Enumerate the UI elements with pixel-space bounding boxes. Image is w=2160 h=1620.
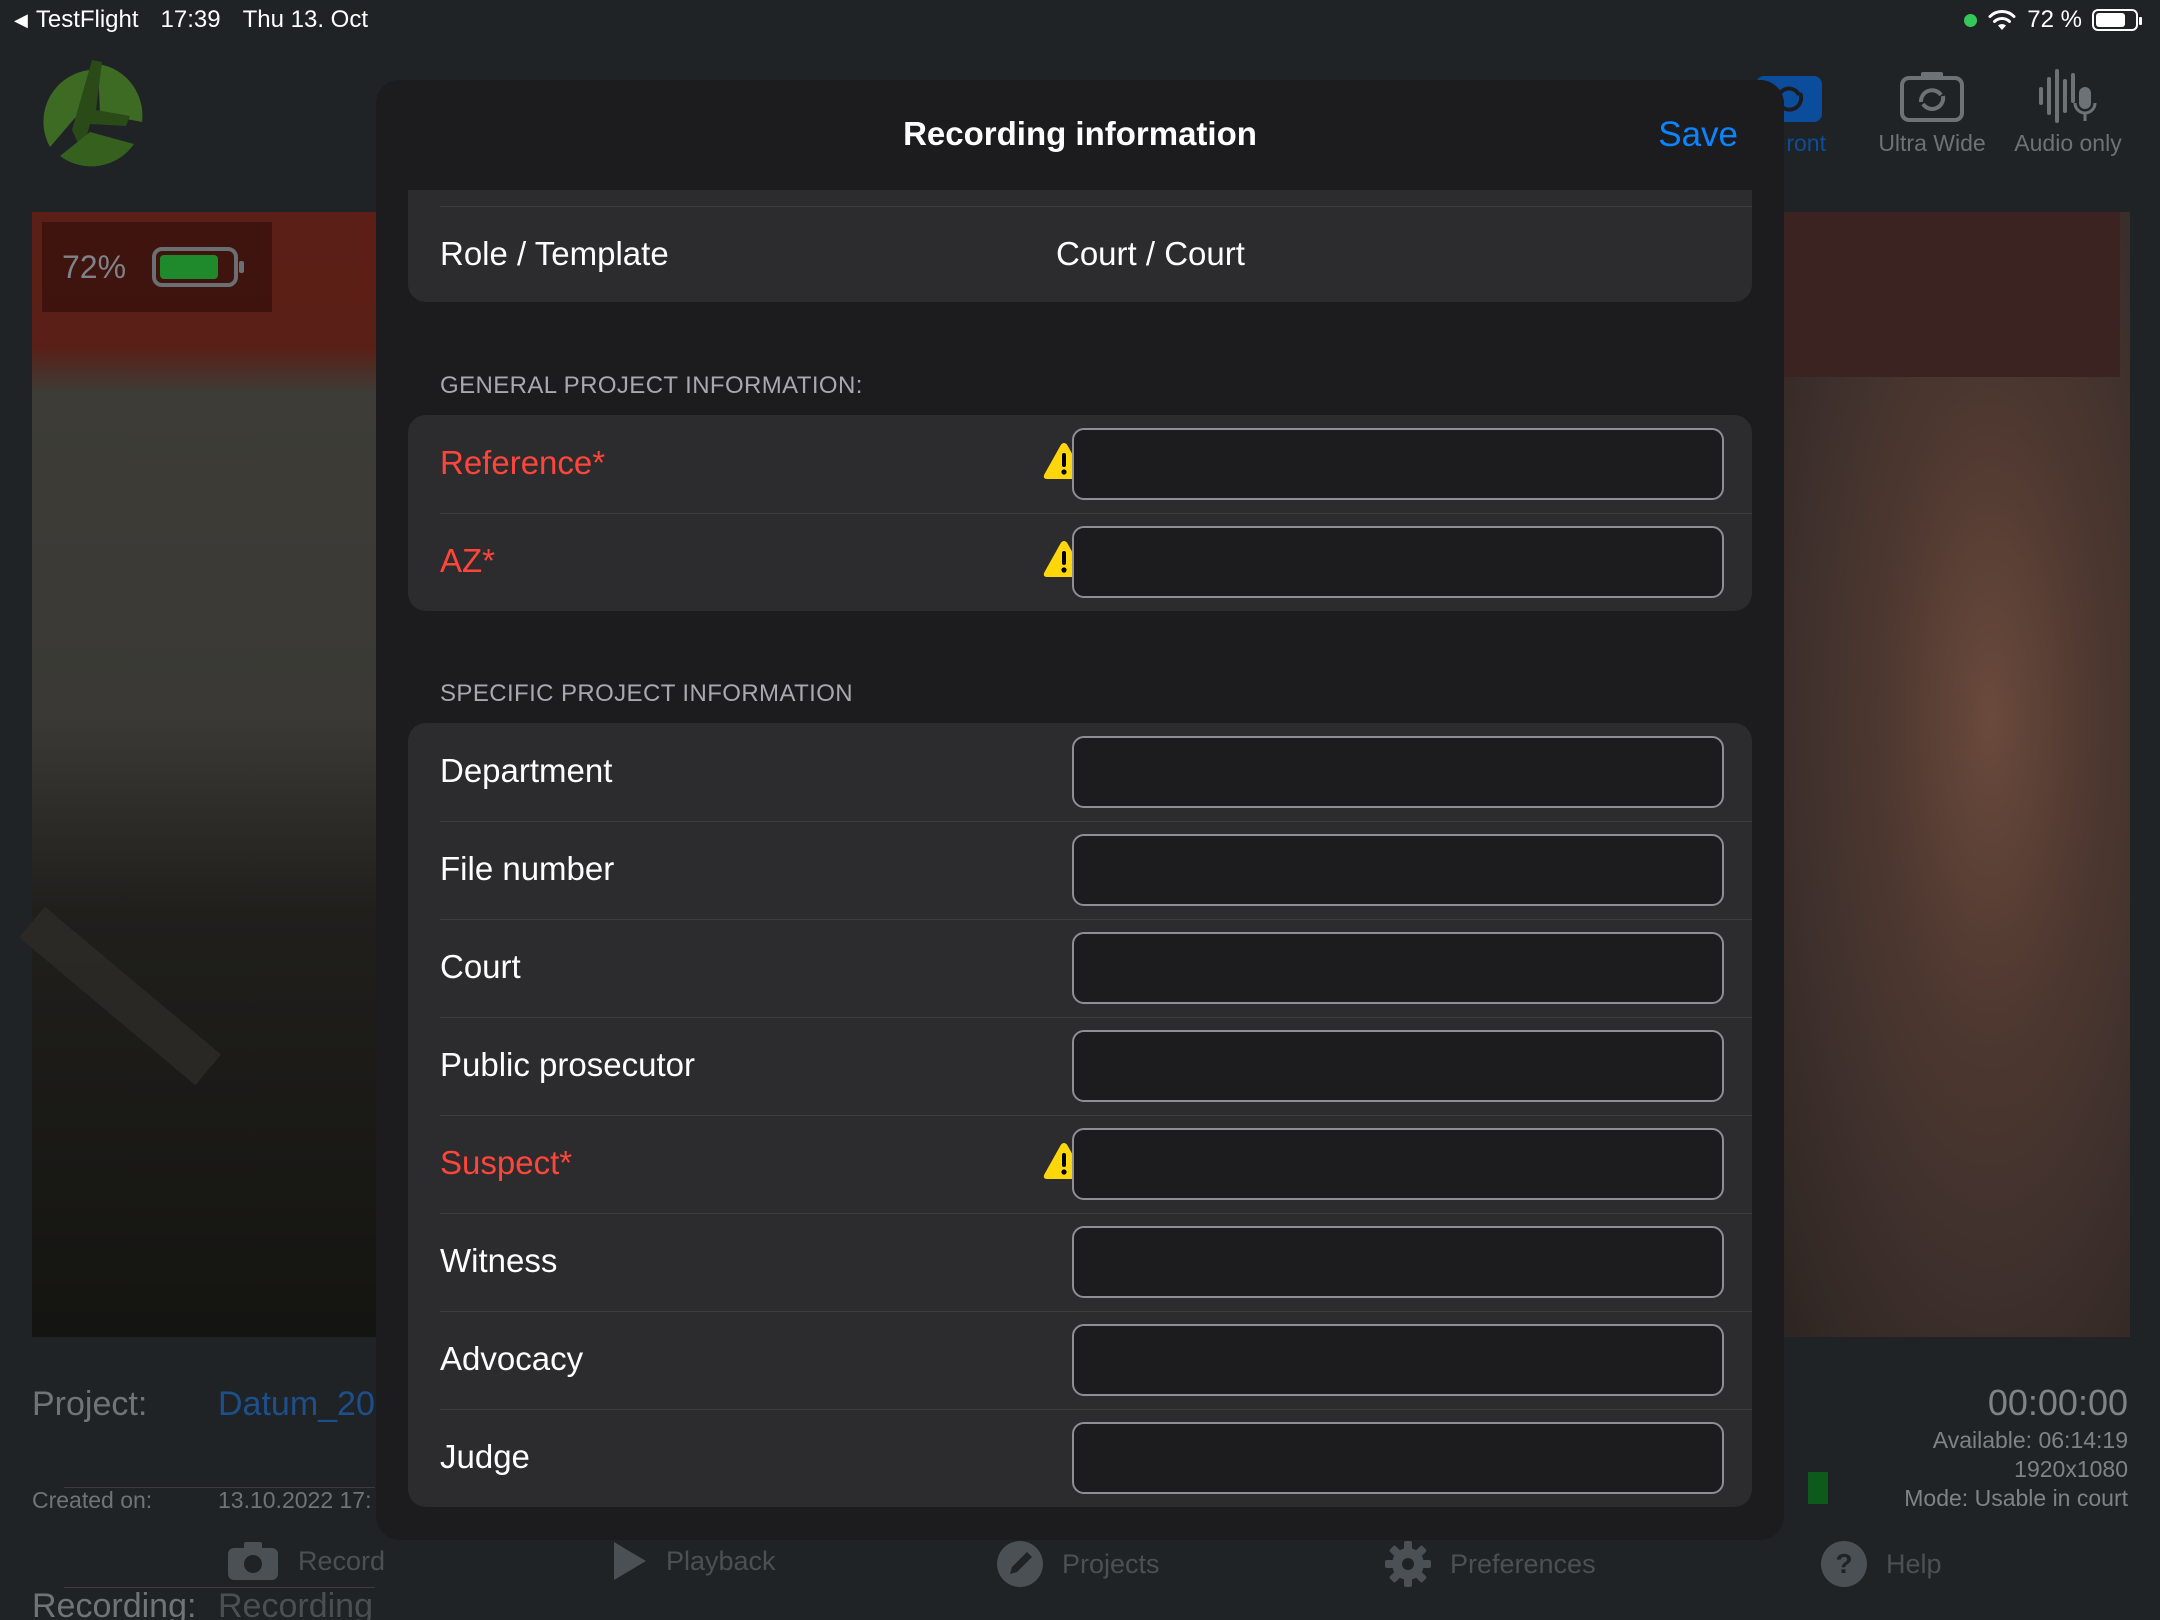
tab-bar: Record Playback Projects Preferences ? H…	[0, 1540, 2160, 1600]
back-arrow-icon: ◀	[14, 9, 28, 30]
general-project-group: Reference* AZ*	[408, 415, 1752, 611]
preview-battery-indicator: 72%	[42, 222, 272, 312]
form-row-judge: Judge	[408, 1409, 1752, 1507]
public-prosecutor-input[interactable]	[1072, 1030, 1724, 1102]
section-header-specific: SPECIFIC PROJECT INFORMATION	[440, 680, 854, 707]
created-on-value: 13.10.2022 17:	[218, 1487, 372, 1513]
tab-preferences[interactable]: Preferences	[1384, 1540, 1596, 1588]
judge-input[interactable]	[1072, 1422, 1724, 1494]
resolution: 1920x1080	[2014, 1456, 2128, 1482]
status-bar: ◀ TestFlight 17:39 Thu 13. Oct 72 %	[0, 0, 2160, 40]
role-template-group: Role / Template Court / Court	[408, 190, 1752, 302]
department-input[interactable]	[1072, 736, 1724, 808]
form-row-witness: Witness	[408, 1213, 1752, 1311]
svg-text:?: ?	[1835, 1548, 1852, 1579]
tab-label: Record	[298, 1545, 386, 1576]
camera-in-use-dot-icon	[1964, 13, 1978, 27]
battery-icon	[152, 247, 245, 287]
sheet-title: Recording information	[903, 115, 1257, 152]
camera-icon	[228, 1542, 278, 1580]
tab-projects[interactable]: Projects	[996, 1540, 1160, 1588]
camera-rotate-icon	[1900, 72, 1964, 122]
status-time: 17:39	[160, 6, 221, 33]
field-label-public-prosecutor: Public prosecutor	[440, 1046, 695, 1083]
camera-option-label: Audio only	[2014, 130, 2122, 156]
tab-record[interactable]: Record	[226, 1540, 385, 1582]
camera-option-label: Ultra Wide	[1878, 130, 1986, 156]
role-template-row[interactable]: Role / Template Court / Court	[408, 206, 1752, 302]
form-row-suspect: Suspect*	[408, 1115, 1752, 1213]
project-label: Project:	[32, 1385, 148, 1423]
suspect-input[interactable]	[1072, 1128, 1724, 1200]
question-icon: ?	[1821, 1541, 1867, 1587]
role-template-label: Role / Template	[440, 235, 669, 272]
save-button[interactable]: Save	[1658, 115, 1738, 155]
form-row-public-prosecutor: Public prosecutor	[408, 1017, 1752, 1115]
battery-icon	[2092, 9, 2142, 31]
back-app-name: TestFlight	[35, 6, 139, 33]
app-logo	[43, 60, 143, 167]
tab-label: Preferences	[1450, 1548, 1596, 1579]
field-label-suspect: Suspect*	[440, 1144, 573, 1181]
camera-option-audio-only[interactable]: Audio only	[1998, 66, 2138, 157]
field-label-witness: Witness	[440, 1242, 558, 1279]
field-label-file-number: File number	[440, 850, 615, 887]
az-input[interactable]	[1072, 526, 1724, 598]
recording-information-sheet: Recording information Save Role / Templa…	[376, 80, 1784, 1540]
recording-timer: 00:00:00	[1987, 1382, 2128, 1423]
form-row-advocacy: Advocacy	[408, 1311, 1752, 1409]
microphone-waveform-icon	[2039, 69, 2097, 123]
status-date: Thu 13. Oct	[242, 6, 368, 33]
tab-playback[interactable]: Playback	[612, 1540, 776, 1582]
play-icon	[614, 1542, 646, 1580]
role-template-value: Court / Court	[1056, 235, 1245, 272]
wifi-icon	[1988, 10, 2016, 30]
field-label-advocacy: Advocacy	[440, 1340, 584, 1377]
witness-input[interactable]	[1072, 1226, 1724, 1298]
pencil-icon	[997, 1541, 1043, 1587]
created-on-label: Created on:	[32, 1487, 153, 1513]
tab-help[interactable]: ? Help	[1820, 1540, 1942, 1588]
form-row-court: Court	[408, 919, 1752, 1017]
field-label-az: AZ*	[440, 542, 496, 579]
form-row-file-number: File number	[408, 821, 1752, 919]
audio-level-meter	[1808, 1472, 1828, 1504]
file-number-input[interactable]	[1072, 834, 1724, 906]
form-row-reference: Reference*	[408, 415, 1752, 513]
court-input[interactable]	[1072, 932, 1724, 1004]
tab-label: Projects	[1062, 1548, 1160, 1579]
camera-preview-left	[19, 212, 382, 1337]
field-label-department: Department	[440, 752, 613, 789]
field-label-reference: Reference*	[440, 444, 606, 481]
field-label-judge: Judge	[440, 1438, 530, 1475]
project-name-link[interactable]: Datum_20	[218, 1385, 375, 1424]
advocacy-input[interactable]	[1072, 1324, 1724, 1396]
form-row-az: AZ*	[408, 513, 1752, 611]
tab-label: Playback	[666, 1545, 776, 1576]
recording-status: 00:00:00 Available: 06:14:19 1920x1080 M…	[1904, 1380, 2128, 1513]
section-header-general: GENERAL PROJECT INFORMATION:	[440, 372, 863, 399]
back-to-app-link[interactable]: ◀ TestFlight	[14, 6, 139, 34]
tab-label: Help	[1886, 1548, 1942, 1579]
gear-icon	[1385, 1541, 1431, 1587]
sheet-header: Recording information Save	[376, 80, 1784, 190]
recording-mode: Mode: Usable in court	[1904, 1485, 2128, 1511]
form-row-department: Department	[408, 723, 1752, 821]
field-label-court: Court	[440, 948, 521, 985]
specific-project-group: Department File number Court Public prosecu…	[408, 723, 1752, 1507]
camera-preview-right	[1780, 212, 2130, 1337]
preview-battery-percent: 72%	[62, 248, 127, 285]
available-time: Available: 06:14:19	[1932, 1427, 2128, 1453]
reference-input[interactable]	[1072, 428, 1724, 500]
status-battery-percent: 72 %	[2027, 6, 2082, 33]
camera-option-ultra-wide[interactable]: Ultra Wide	[1862, 66, 2002, 157]
